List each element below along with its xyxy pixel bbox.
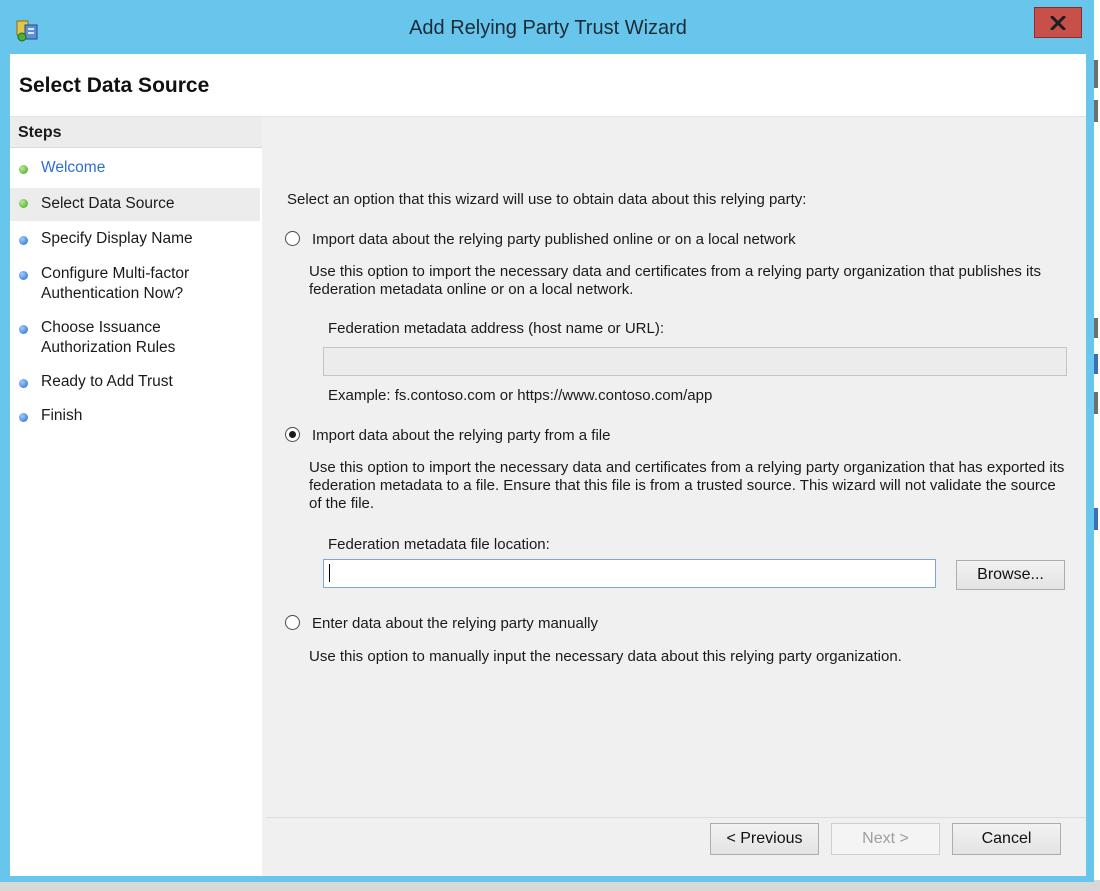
metadata-address-example: Example: fs.contoso.com or https://www.c… [328, 387, 713, 404]
window-title: Add Relying Party Trust Wizard [409, 17, 687, 39]
option-file-label[interactable]: Import data about the relying party from… [312, 427, 610, 445]
option-manual-label[interactable]: Enter data about the relying party manua… [312, 615, 598, 633]
title-bar[interactable]: Add Relying Party Trust Wizard [0, 0, 1094, 60]
close-icon [1050, 15, 1066, 30]
step-pending-icon [19, 271, 28, 280]
step-ready-to-add-trust: Ready to Add Trust [10, 368, 260, 398]
radio-selected-indicator [289, 431, 296, 438]
step-pending-icon [19, 413, 28, 422]
step-issuance-rules: Choose Issuance Authorization Rules [10, 314, 260, 360]
step-label: Configure Multi-factor Authentication No… [41, 265, 190, 302]
option-online-description: Use this option to import the necessary … [309, 263, 1042, 298]
page-header: Select Data Source [10, 54, 1086, 117]
steps-header-label: Steps [18, 124, 62, 141]
step-pending-icon [19, 325, 28, 334]
previous-button[interactable]: < Previous [710, 823, 819, 855]
step-current-icon [19, 199, 28, 208]
steps-sidebar: Steps Welcome Select Data Source Specify… [10, 117, 262, 876]
step-select-data-source: Select Data Source [10, 188, 260, 221]
step-specify-display-name: Specify Display Name [10, 225, 260, 255]
step-complete-icon [19, 165, 28, 174]
radio-import-online[interactable] [285, 231, 300, 246]
option-manual-description: Use this option to manually input the ne… [309, 648, 902, 665]
step-label: Ready to Add Trust [41, 373, 173, 390]
step-label: Select Data Source [41, 195, 175, 212]
wizard-client-area: Select Data Source Steps Welcome Select … [10, 54, 1086, 876]
next-button[interactable]: Next > [831, 823, 940, 855]
file-location-label: Federation metadata file location: [328, 536, 550, 553]
intro-text: Select an option that this wizard will u… [287, 191, 807, 208]
cancel-button[interactable]: Cancel [952, 823, 1061, 855]
browse-button[interactable]: Browse... [956, 560, 1065, 590]
option-file-description: Use this option to import the necessary … [309, 459, 1065, 512]
option-online-label[interactable]: Import data about the relying party publ… [312, 231, 796, 249]
step-welcome[interactable]: Welcome [10, 154, 260, 184]
text-caret [329, 564, 330, 582]
step-finish: Finish [10, 402, 260, 432]
page-title: Select Data Source [19, 74, 210, 97]
file-location-input[interactable] [323, 559, 936, 588]
step-pending-icon [19, 236, 28, 245]
step-label: Specify Display Name [41, 230, 193, 247]
step-label: Choose Issuance Authorization Rules [41, 319, 176, 356]
radio-import-file[interactable] [285, 427, 300, 442]
close-button[interactable] [1034, 7, 1082, 38]
steps-header: Steps [10, 117, 262, 148]
step-label[interactable]: Welcome [41, 158, 251, 178]
content-panel: Select an option that this wizard will u… [266, 117, 1086, 876]
metadata-address-label: Federation metadata address (host name o… [328, 320, 664, 337]
wizard-window: Add Relying Party Trust Wizard Select Da… [0, 0, 1094, 882]
step-pending-icon [19, 379, 28, 388]
step-label: Finish [41, 407, 83, 424]
metadata-address-input[interactable] [323, 347, 1067, 376]
footer-separator [266, 817, 1086, 818]
radio-manual-entry[interactable] [285, 615, 300, 630]
step-configure-mfa: Configure Multi-factor Authentication No… [10, 260, 260, 306]
